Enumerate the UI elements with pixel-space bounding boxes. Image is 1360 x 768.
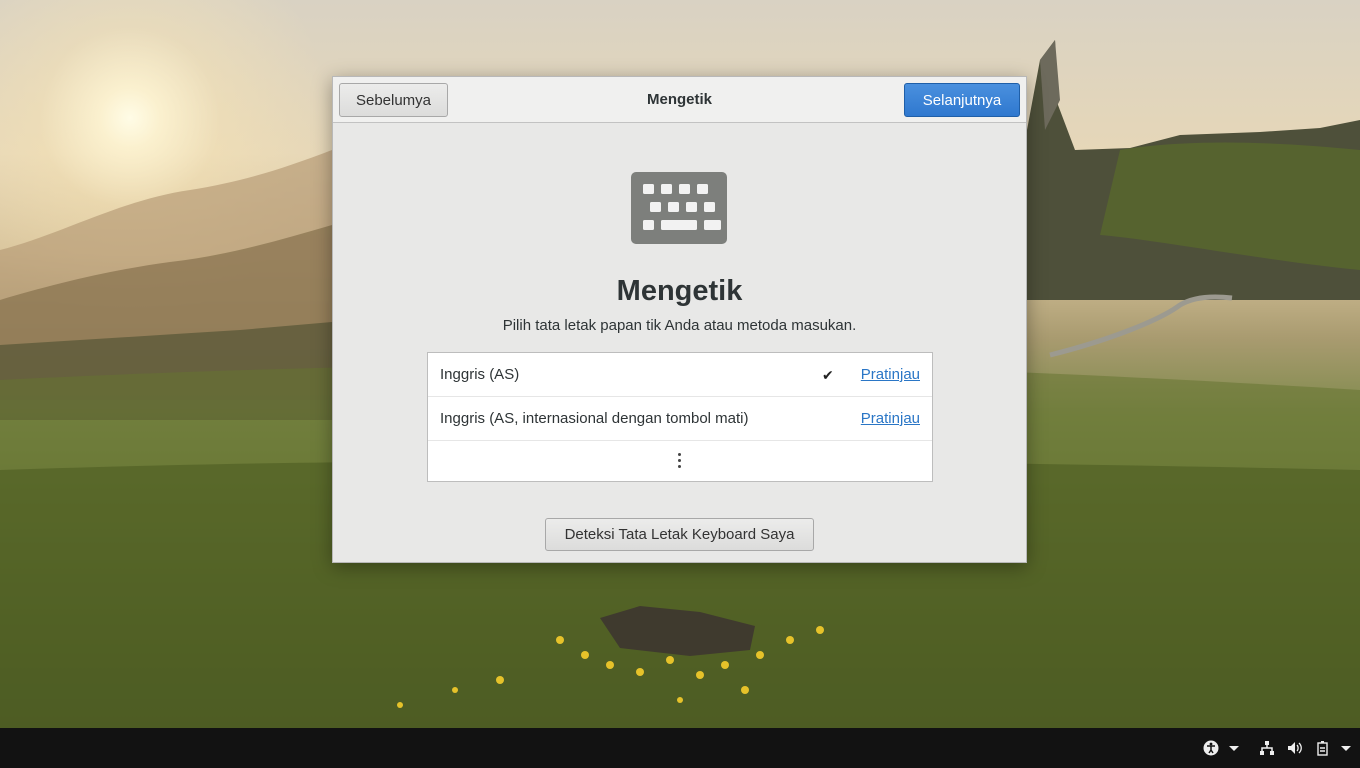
volume-icon[interactable] xyxy=(1286,740,1304,756)
layout-list: Inggris (AS) ✔ Pratinjau Inggris (AS, in… xyxy=(427,352,933,482)
accessibility-icon[interactable] xyxy=(1202,740,1220,756)
detect-layout-button[interactable]: Deteksi Tata Letak Keyboard Saya xyxy=(545,518,814,551)
preview-link[interactable]: Pratinjau xyxy=(861,353,920,397)
checkmark-icon: ✔ xyxy=(822,367,834,383)
vertical-ellipsis-icon xyxy=(678,453,682,469)
chevron-down-icon[interactable] xyxy=(1340,740,1352,756)
more-layouts-row[interactable] xyxy=(428,441,932,482)
network-icon[interactable] xyxy=(1258,740,1276,756)
page-heading: Mengetik xyxy=(616,275,743,307)
layout-row-inggris-as[interactable]: Inggris (AS) ✔ Pratinjau xyxy=(428,353,932,397)
preview-link[interactable]: Pratinjau xyxy=(861,397,920,441)
setup-dialog: Sebelumya Mengetik Selanjutnya Mengetik … xyxy=(332,76,1027,563)
page-subtitle: Pilih tata letak papan tik Anda atau met… xyxy=(502,317,857,334)
previous-button[interactable]: Sebelumya xyxy=(339,83,448,117)
layout-name: Inggris (AS) xyxy=(440,366,520,383)
next-button[interactable]: Selanjutnya xyxy=(904,83,1020,117)
chevron-down-icon[interactable] xyxy=(1228,740,1240,756)
layout-name: Inggris (AS, internasional dengan tombol… xyxy=(440,410,749,427)
taskbar xyxy=(0,728,1360,768)
battery-icon[interactable] xyxy=(1314,740,1332,756)
keyboard-icon xyxy=(631,172,727,244)
layout-row-inggris-as-intl[interactable]: Inggris (AS, internasional dengan tombol… xyxy=(428,397,932,441)
header-bar: Sebelumya Mengetik Selanjutnya xyxy=(333,77,1026,123)
